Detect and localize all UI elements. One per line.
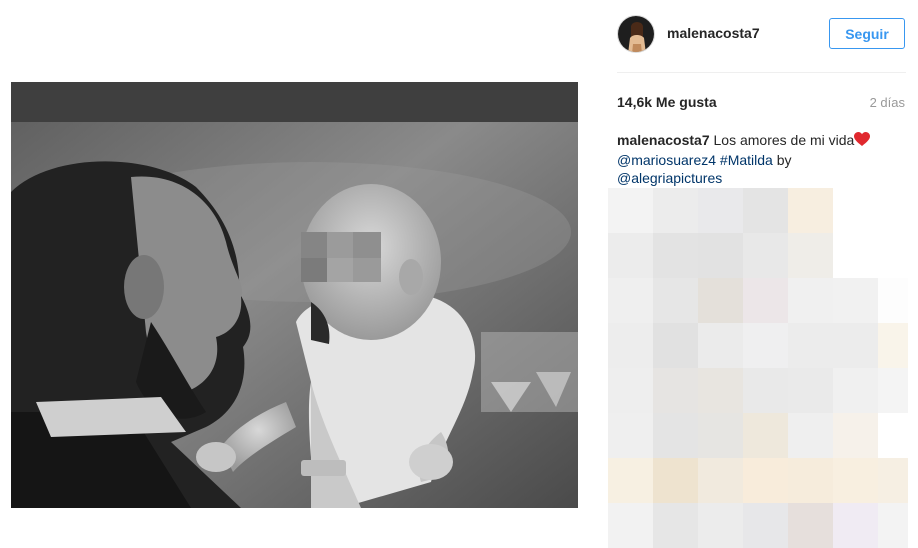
mosaic-cell — [653, 233, 699, 279]
mosaic-cell — [833, 413, 879, 459]
mosaic-cell — [788, 233, 834, 279]
mosaic-cell — [698, 233, 744, 279]
mosaic-cell — [878, 413, 908, 459]
mosaic-cell — [653, 323, 699, 369]
mosaic-cell — [743, 188, 789, 234]
mosaic-cell — [788, 368, 834, 414]
post-time[interactable]: 2 días — [870, 95, 905, 110]
mosaic-cell — [833, 323, 879, 369]
mosaic-cell — [878, 458, 908, 504]
mosaic-cell — [653, 278, 699, 324]
mention-alegriapictures[interactable]: @alegriapictures — [617, 170, 722, 186]
mosaic-cell — [608, 458, 654, 504]
mosaic-cell — [878, 503, 908, 548]
mosaic-cell — [608, 413, 654, 459]
mosaic-cell — [653, 188, 699, 234]
mosaic-cell — [608, 368, 654, 414]
mosaic-cell — [608, 278, 654, 324]
mosaic-cell — [833, 278, 879, 324]
mosaic-cell — [788, 458, 834, 504]
mosaic-cell — [743, 413, 789, 459]
mosaic-cell — [878, 233, 908, 279]
photo-image — [11, 82, 578, 508]
mosaic-cell — [833, 368, 879, 414]
mosaic-cell — [743, 368, 789, 414]
mosaic-cell — [608, 188, 654, 234]
mosaic-cell — [743, 458, 789, 504]
caption: malenacosta7 Los amores de mi vida @mari… — [617, 131, 906, 187]
caption-text: Los amores de mi vida — [713, 132, 855, 148]
caption-username[interactable]: malenacosta7 — [617, 132, 710, 148]
mosaic-cell — [608, 233, 654, 279]
username-link[interactable]: malenacosta7 — [667, 25, 760, 41]
mosaic-cell — [653, 413, 699, 459]
mosaic-cell — [788, 413, 834, 459]
mosaic-cell — [878, 188, 908, 234]
mosaic-cell — [608, 323, 654, 369]
hashtag-matilda[interactable]: #Matilda — [720, 152, 773, 168]
mosaic-cell — [743, 233, 789, 279]
mosaic-cell — [653, 368, 699, 414]
mosaic-cell — [653, 458, 699, 504]
mosaic-cell — [698, 323, 744, 369]
mosaic-cell — [788, 278, 834, 324]
likes-count[interactable]: 14,6k Me gusta — [617, 94, 717, 110]
mosaic-cell — [788, 323, 834, 369]
pixelated-comments — [608, 188, 908, 548]
divider — [617, 72, 906, 73]
post-photo[interactable] — [11, 82, 578, 508]
avatar[interactable] — [617, 15, 655, 53]
mosaic-cell — [788, 188, 834, 234]
mosaic-cell — [788, 503, 834, 548]
avatar-image — [618, 16, 654, 52]
mosaic-cell — [833, 188, 879, 234]
mosaic-cell — [743, 503, 789, 548]
mosaic-cell — [698, 188, 744, 234]
mosaic-cell — [833, 503, 879, 548]
mosaic-cell — [608, 503, 654, 548]
mosaic-cell — [653, 503, 699, 548]
mosaic-cell — [698, 278, 744, 324]
mosaic-cell — [698, 503, 744, 548]
mosaic-cell — [743, 323, 789, 369]
mosaic-cell — [698, 458, 744, 504]
follow-button[interactable]: Seguir — [829, 18, 905, 49]
mosaic-cell — [743, 278, 789, 324]
caption-by: by — [776, 152, 792, 168]
mosaic-cell — [833, 458, 879, 504]
heart-emoji-icon — [854, 132, 871, 151]
mosaic-cell — [878, 278, 908, 324]
mention-mariosuarez4[interactable]: @mariosuarez4 — [617, 152, 716, 168]
mosaic-cell — [878, 368, 908, 414]
mosaic-cell — [698, 413, 744, 459]
mosaic-cell — [878, 323, 908, 369]
mosaic-cell — [698, 368, 744, 414]
mosaic-cell — [833, 233, 879, 279]
